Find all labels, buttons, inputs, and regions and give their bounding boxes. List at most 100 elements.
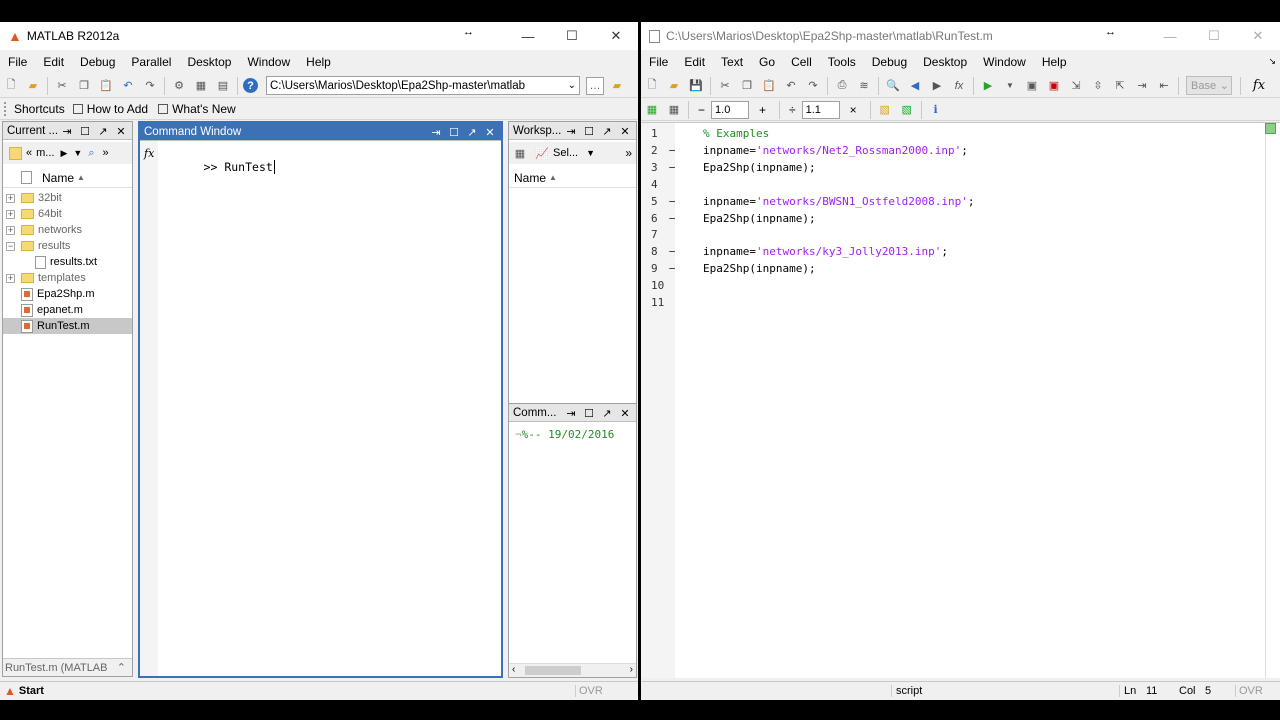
step-icon[interactable]: ⇲ [1067, 77, 1085, 95]
code-line[interactable]: 6− Epa2Shp(inpname); [641, 210, 816, 227]
code-line[interactable]: 10 [641, 277, 703, 294]
exit-debug-icon[interactable]: ⇤ [1155, 77, 1173, 95]
breakpoint-marker[interactable]: − [663, 262, 681, 275]
menu-file[interactable]: File [641, 55, 676, 69]
chevron-down-icon[interactable]: ⌄ [568, 80, 576, 91]
continue-icon[interactable]: ⇥ [1133, 77, 1151, 95]
panel-undock-icon[interactable]: ↗ [94, 125, 112, 138]
panel-dock-icon[interactable]: ⇥ [58, 125, 76, 138]
redo-icon[interactable]: ↷ [141, 77, 159, 95]
insert-cell-icon[interactable]: ▦ [643, 101, 661, 119]
evaluate-advance-icon[interactable]: ▧ [898, 101, 916, 119]
search-icon[interactable]: ⌕ [88, 147, 94, 160]
open-folder-icon[interactable]: ▰ [24, 77, 42, 95]
set-breakpoint-icon[interactable]: ▣ [1023, 77, 1041, 95]
code-analyzer-indicator[interactable] [1265, 123, 1276, 134]
history-entry[interactable]: ¬%-- 19/02/2016 [515, 428, 614, 441]
expand-toggle-icon[interactable] [6, 306, 15, 315]
maximize-button[interactable]: ☐ [1192, 22, 1236, 50]
folder-item[interactable]: results.txt [3, 254, 132, 270]
cell-mode-icon[interactable]: ▦ [665, 101, 683, 119]
workspace-column-header[interactable]: Name ▲ [509, 168, 636, 188]
undo-icon[interactable]: ↶ [119, 77, 137, 95]
menu-text[interactable]: Text [713, 55, 751, 69]
folder-item[interactable]: +64bit [3, 206, 132, 222]
maximize-button[interactable]: ☐ [550, 22, 594, 50]
folder-up-icon[interactable]: ▰ [608, 77, 626, 95]
folder-item[interactable]: + networks [3, 222, 132, 238]
panel-undock-icon[interactable]: ↗ [598, 407, 616, 420]
breakpoint-marker[interactable]: − [663, 144, 681, 157]
panel-close-icon[interactable]: ✕ [481, 126, 499, 139]
menu-window[interactable]: Window [975, 55, 1034, 69]
help-icon[interactable]: ? [243, 78, 258, 93]
scroll-left-icon[interactable]: ‹ [512, 664, 515, 675]
expand-toggle-icon[interactable]: + [6, 273, 15, 283]
panel-close-icon[interactable]: ✕ [112, 125, 130, 138]
evaluate-cell-icon[interactable]: ▧ [876, 101, 894, 119]
breakpoint-marker[interactable]: − [663, 212, 681, 225]
panel-dock-icon[interactable]: ⇥ [562, 125, 580, 138]
code-folding-icon[interactable]: ≋ [855, 77, 873, 95]
code-line[interactable]: 8− inpname='networks/ky3_Jolly2013.inp'; [641, 243, 948, 260]
back-arrow-icon[interactable]: ◀ [906, 77, 924, 95]
breakpoint-marker[interactable]: − [663, 195, 681, 208]
menu-window[interactable]: Window [239, 55, 298, 69]
guide-icon[interactable]: ▦ [192, 77, 210, 95]
info-icon[interactable]: ℹ [927, 101, 945, 119]
panel-close-icon[interactable]: ✕ [616, 125, 634, 138]
copy-icon[interactable]: ❐ [738, 77, 756, 95]
folder-item[interactable]: Epa2Shp.m [3, 286, 132, 302]
chevron-up-icon[interactable]: ⌃ [117, 661, 126, 674]
code-line[interactable]: 7 [641, 226, 703, 243]
divide-button[interactable]: ÷ [789, 103, 796, 117]
clear-breakpoints-icon[interactable]: ▣ [1045, 77, 1063, 95]
decrement-button[interactable]: − [698, 103, 705, 117]
panel-maximize-icon[interactable]: ☐ [76, 125, 94, 138]
code-line[interactable]: 5− inpname='networks/BWSN1_Ostfeld2008.in… [641, 193, 975, 210]
code-line[interactable]: 1 % Examples [641, 125, 769, 142]
folder-nav-label[interactable]: m... [36, 147, 54, 159]
nav-forward-icon[interactable]: ▶ [60, 148, 67, 159]
close-button[interactable]: ✕ [594, 22, 638, 50]
panel-maximize-icon[interactable]: ☐ [445, 126, 463, 139]
folder-item[interactable]: +32bit [3, 190, 132, 206]
menu-desktop[interactable]: Desktop [915, 55, 975, 69]
menu-parallel[interactable]: Parallel [123, 55, 179, 69]
history-h-scrollbar[interactable]: ‹ › [509, 663, 636, 677]
undo-icon[interactable]: ↶ [782, 77, 800, 95]
browse-button[interactable]: … [586, 76, 604, 95]
expand-toggle-icon[interactable] [6, 290, 15, 299]
forward-arrow-icon[interactable]: ▶ [928, 77, 946, 95]
cut-icon[interactable]: ✂ [53, 77, 71, 95]
step-out-icon[interactable]: ⇱ [1111, 77, 1129, 95]
multiply-value-field[interactable]: 1.1 [801, 100, 840, 119]
menu-file[interactable]: File [0, 55, 35, 69]
code-line[interactable]: 2− inpname='networks/Net2_Rossman2000.inp… [641, 142, 968, 159]
close-button[interactable]: ✕ [1236, 22, 1280, 50]
folder-item[interactable]: + templates [3, 270, 132, 286]
function-browser-icon[interactable]: fx [950, 77, 968, 95]
back-icon[interactable]: « [26, 147, 32, 159]
copy-icon[interactable]: ❐ [75, 77, 93, 95]
panel-undock-icon[interactable]: ↗ [463, 126, 481, 139]
command-input[interactable]: >> RunTest [162, 146, 275, 188]
breakpoint-marker[interactable]: − [663, 245, 681, 258]
scroll-right-icon[interactable]: › [630, 664, 633, 675]
panel-maximize-icon[interactable]: ☐ [580, 125, 598, 138]
new-variable-icon[interactable]: ▦ [511, 144, 529, 162]
expand-toggle-icon[interactable]: − [6, 241, 15, 251]
editor-text-area[interactable]: 1% Examples 2− inpname='networks/Net2_Ross… [641, 122, 1280, 678]
nav-dropdown-icon[interactable]: ▼ [73, 148, 82, 158]
menu-edit[interactable]: Edit [35, 55, 72, 69]
panel-close-icon[interactable]: ✕ [616, 407, 634, 420]
code-line[interactable]: 3− Epa2Shp(inpname); [641, 159, 816, 176]
menu-help[interactable]: Help [1034, 55, 1075, 69]
menu-help[interactable]: Help [298, 55, 339, 69]
menu-desktop[interactable]: Desktop [179, 55, 239, 69]
menu-tools[interactable]: Tools [820, 55, 864, 69]
chevron-down-icon[interactable]: ▼ [586, 148, 595, 158]
folder-item[interactable]: RunTest.m [3, 318, 132, 334]
undock-arrow-icon[interactable]: ↘ [1268, 56, 1276, 67]
new-file-icon[interactable]: 🗋 [2, 77, 20, 95]
